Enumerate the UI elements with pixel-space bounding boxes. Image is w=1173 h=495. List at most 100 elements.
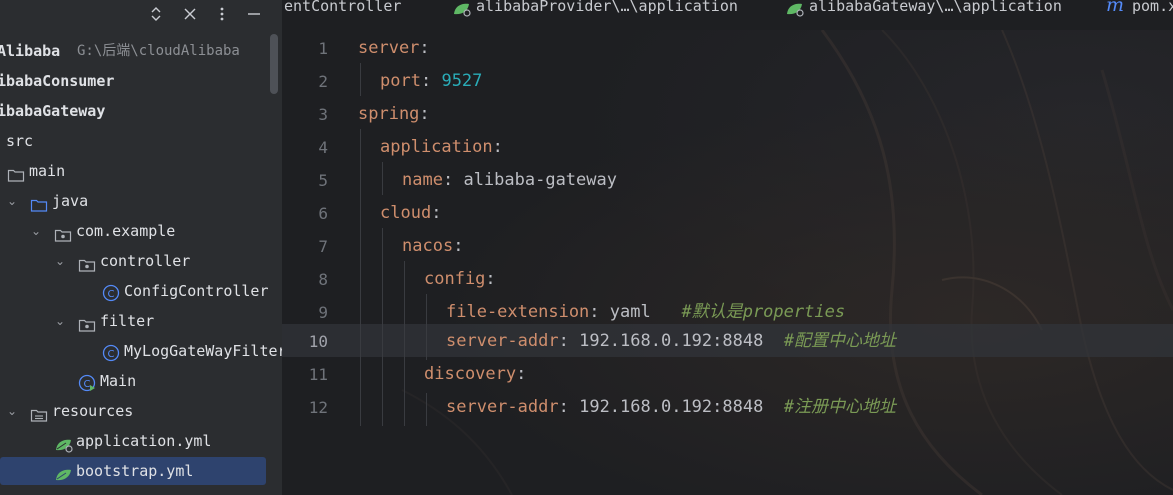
tree-item-label: Main xyxy=(100,372,137,390)
yaml-key: port xyxy=(380,71,421,91)
indent-guide xyxy=(382,162,383,195)
code-line: nacos: xyxy=(402,230,463,263)
yaml-colon: : xyxy=(492,137,503,157)
code-line: server: xyxy=(358,32,430,65)
tab-label: pom.x xyxy=(1132,0,1173,15)
tree-item-class-myloggatewayfilter[interactable]: C MyLogGateWayFilter xyxy=(0,336,282,366)
tree-item-label: com.example xyxy=(76,222,176,240)
tree-item-file-application-yml[interactable]: application.yml xyxy=(0,426,282,456)
line-number: 12 xyxy=(308,398,328,417)
class-icon: C xyxy=(102,282,120,302)
code-line: spring: xyxy=(358,98,430,131)
chevron-down-icon[interactable]: ⌄ xyxy=(5,396,19,426)
yaml-colon: : xyxy=(558,331,569,351)
tree-item-label: src xyxy=(6,132,34,150)
yaml-comment: #注册中心地址 xyxy=(783,397,897,417)
code-line: cloud: xyxy=(380,197,441,230)
yaml-colon: : xyxy=(453,236,464,256)
line-number-gutter: 1 2 3 4 5 6 7 8 9 10 11 12 xyxy=(282,30,342,495)
code-line: application: xyxy=(380,131,503,164)
yaml-colon: : xyxy=(558,397,569,417)
indent-guide xyxy=(382,228,383,426)
tab-label: alibabaProvider\…\application xyxy=(476,0,738,15)
more-options-icon[interactable] xyxy=(212,4,232,24)
yaml-key: discovery xyxy=(424,364,517,384)
yaml-colon: : xyxy=(485,269,496,289)
svg-text:C: C xyxy=(84,379,91,390)
tree-item-label: resources xyxy=(52,402,134,420)
code-line: name: alibaba-gateway xyxy=(402,164,617,197)
code-line: config: xyxy=(424,263,496,296)
indent-guide xyxy=(404,261,405,426)
tab-alibabagateway-application[interactable]: alibabaGateway\…\application xyxy=(785,0,1085,30)
code-editor[interactable]: 1 2 3 4 5 6 7 8 9 10 11 12 server: port:… xyxy=(282,30,1173,495)
tree-item-package-controller[interactable]: ⌄ controller xyxy=(0,246,282,276)
line-number: 4 xyxy=(318,138,328,157)
chevron-down-icon[interactable]: ⌄ xyxy=(29,216,43,246)
yaml-comment: #默认是properties xyxy=(681,302,846,322)
close-icon[interactable] xyxy=(180,4,200,24)
minimize-icon[interactable] xyxy=(244,4,264,24)
yaml-colon: : xyxy=(419,104,430,124)
yaml-colon: : xyxy=(431,203,442,223)
tree-item-label: ibabaConsumer xyxy=(0,72,115,90)
yaml-comment: #配置中心地址 xyxy=(783,331,897,351)
yaml-colon: : xyxy=(442,170,454,190)
yaml-key: server xyxy=(358,38,420,58)
line-number: 2 xyxy=(318,72,328,91)
line-number: 5 xyxy=(318,171,328,190)
yaml-key: name xyxy=(402,170,443,190)
line-number: 11 xyxy=(308,365,328,384)
line-number-current: 10 xyxy=(308,332,328,351)
tree-item-label: controller xyxy=(100,252,191,270)
project-tool-window: Alibaba G:\后端\cloudAlibaba ibabaConsumer… xyxy=(0,0,282,495)
tree-item-path-hint: G:\后端\cloudAlibaba xyxy=(77,43,240,59)
tree-item-label: bootstrap.yml xyxy=(76,462,194,480)
line-number: 8 xyxy=(318,270,328,289)
tree-item-module-gateway[interactable]: ibabaGateway xyxy=(0,96,282,126)
tree-item-package-com-example[interactable]: ⌄ com.example xyxy=(0,216,282,246)
tab-label: entController xyxy=(284,0,402,15)
editor-tab-bar: entController alibabaProvider\…\applicat… xyxy=(282,0,1173,30)
svg-text:C: C xyxy=(108,349,115,360)
yaml-colon: : xyxy=(589,302,600,322)
tree-item-module-consumer[interactable]: ibabaConsumer xyxy=(0,66,282,96)
tree-item-main[interactable]: main xyxy=(0,156,282,186)
tree-item-label: MyLogGateWayFilter xyxy=(124,342,282,360)
tab-pom[interactable]: m pom.x xyxy=(1106,0,1173,30)
package-icon xyxy=(78,313,96,332)
spring-leaf-icon xyxy=(785,1,804,17)
yaml-colon: : xyxy=(420,71,432,91)
yaml-key: spring xyxy=(358,104,420,124)
tree-item-label: main xyxy=(29,162,66,180)
tree-item-root-project[interactable]: Alibaba G:\后端\cloudAlibaba xyxy=(0,36,282,66)
chevron-down-icon[interactable]: ⌄ xyxy=(5,186,19,216)
tree-item-label: ibabaGateway xyxy=(0,102,106,120)
yaml-value: 9527 xyxy=(441,71,483,91)
indent-guide xyxy=(426,294,427,360)
code-line: port: 9527 xyxy=(380,65,482,98)
code-line-current: server-addr: 192.168.0.192:8848 #配置中心地址 xyxy=(446,325,896,358)
tree-item-label: Alibaba xyxy=(0,42,61,60)
tab-entcontroller[interactable]: entController xyxy=(284,0,424,30)
yaml-colon: : xyxy=(516,364,527,384)
spring-leaf-icon xyxy=(54,433,73,453)
tree-item-resources[interactable]: ⌄ resources xyxy=(0,396,282,426)
source-folder-icon xyxy=(30,193,48,212)
tab-alibabaprovider-application[interactable]: alibabaProvider\…\application xyxy=(452,0,752,30)
chevron-down-icon[interactable]: ⌄ xyxy=(53,246,67,276)
chevron-down-icon[interactable]: ⌄ xyxy=(53,306,67,336)
line-number: 6 xyxy=(318,204,328,223)
line-number: 3 xyxy=(318,105,328,124)
tree-item-file-bootstrap-yml[interactable]: bootstrap.yml xyxy=(0,456,282,486)
tree-item-java[interactable]: ⌄ java xyxy=(0,186,282,216)
tree-item-class-configcontroller[interactable]: C ConfigController xyxy=(0,276,282,306)
tree-item-class-main[interactable]: C Main xyxy=(0,366,282,396)
maven-icon: m xyxy=(1106,0,1125,16)
spring-leaf-icon xyxy=(452,1,471,17)
tree-item-label: ConfigController xyxy=(124,282,269,300)
tree-item-package-filter[interactable]: ⌄ filter xyxy=(0,306,282,336)
expand-collapse-icon[interactable] xyxy=(146,4,166,24)
resources-folder-icon xyxy=(30,403,48,422)
tree-item-src[interactable]: src xyxy=(0,126,282,156)
